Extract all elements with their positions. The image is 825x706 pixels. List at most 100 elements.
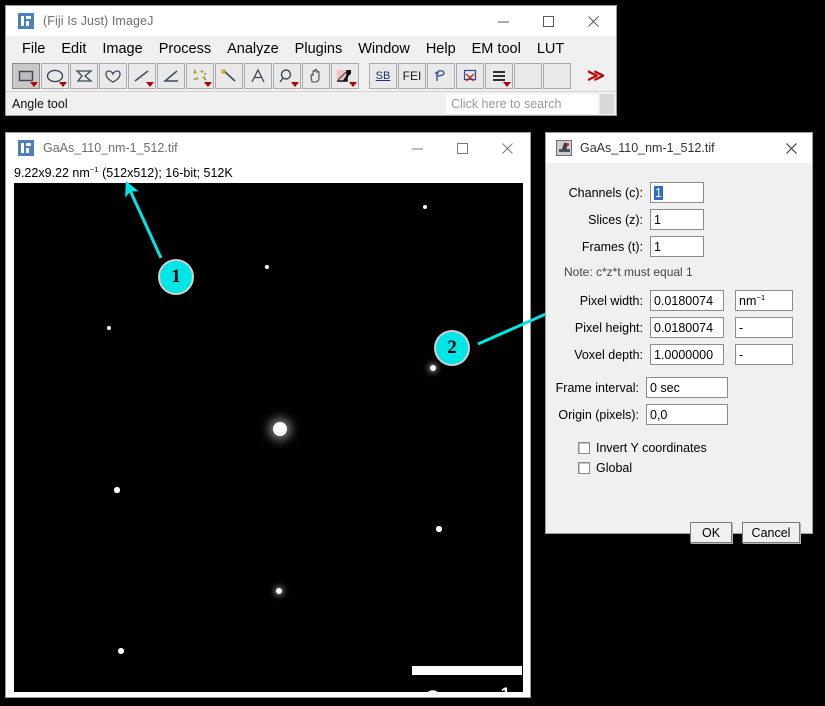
global-checkbox-label: Global: [596, 461, 633, 475]
voxel-depth-value: 1.0000000: [654, 347, 714, 362]
menu-item-analyze[interactable]: Analyze: [219, 39, 287, 59]
empty-slot-2[interactable]: [543, 63, 571, 89]
slices-label: Slices (z):: [588, 212, 643, 227]
voxel-depth-label: Voxel depth:: [574, 347, 643, 362]
voxel-depth-unit-field[interactable]: -: [735, 344, 793, 365]
menu-item-edit[interactable]: Edit: [53, 39, 94, 59]
maximize-icon[interactable]: [526, 6, 571, 36]
origin-value: 0,0: [650, 407, 668, 422]
image-canvas[interactable]: 2 nm−1: [13, 182, 524, 693]
oval-tool[interactable]: [41, 63, 69, 89]
menu-item-file[interactable]: File: [14, 39, 53, 59]
menu-item-em-tool[interactable]: EM tool: [464, 39, 529, 59]
pixel-height-unit-field[interactable]: -: [735, 317, 793, 338]
frame-interval-field[interactable]: 0 sec: [646, 377, 728, 398]
minimize-icon[interactable]: [481, 6, 526, 36]
image-info-bar: 9.22x9.22 nm−1 (512x512); 16-bit; 512K: [6, 163, 530, 182]
frame-interval-value: 0 sec: [650, 380, 680, 395]
global-checkbox[interactable]: Global: [578, 461, 812, 475]
magnifier-tool[interactable]: [273, 63, 301, 89]
minimize-icon[interactable]: [395, 133, 440, 163]
status-text: Angle tool: [12, 96, 68, 111]
fiji-logo-icon: [18, 140, 34, 156]
menu-item-help[interactable]: Help: [418, 39, 464, 59]
slices-field[interactable]: 1: [650, 209, 704, 230]
diffraction-spot: [273, 422, 287, 436]
frames-field[interactable]: 1: [650, 236, 704, 257]
multi-point-tool[interactable]: [186, 63, 214, 89]
fiji-statusbar: Angle tool Click here to search: [6, 91, 616, 115]
pixel-height-field[interactable]: 0.0180074: [650, 317, 724, 338]
line-tool-dropdown-icon[interactable]: [146, 82, 154, 87]
channels-row: Channels (c): 1: [546, 182, 812, 203]
fei-tool[interactable]: FEI: [398, 63, 426, 89]
diffraction-spot: [275, 587, 283, 595]
menu-item-plugins[interactable]: Plugins: [287, 39, 351, 59]
image-titlebar: GaAs_110_nm-1_512.tif: [6, 133, 530, 163]
image-window: GaAs_110_nm-1_512.tif 9.22x9.22 nm−1 (51…: [5, 132, 531, 698]
resize-grip[interactable]: [600, 94, 614, 114]
scalebar-tool[interactable]: SB: [369, 63, 397, 89]
invert-y-checkbox[interactable]: Invert Y coordinates: [578, 441, 812, 455]
hand-tool[interactable]: [302, 63, 330, 89]
frames-label: Frames (t):: [581, 239, 643, 254]
scalebar-tool-label: SB: [375, 70, 391, 82]
menu-item-window[interactable]: Window: [350, 39, 418, 59]
magnifier-tool-dropdown-icon[interactable]: [291, 82, 299, 87]
dropper-tool-dropdown-icon[interactable]: [349, 82, 357, 87]
text-tool[interactable]: [244, 63, 272, 89]
menu-tool[interactable]: [485, 63, 513, 89]
close-icon[interactable]: [571, 6, 616, 36]
menu-tool-dropdown-icon[interactable]: [503, 82, 511, 87]
voxel-depth-field[interactable]: 1.0000000: [650, 344, 724, 365]
properties-dialog-titlebar: GaAs_110_nm-1_512.tif: [546, 133, 812, 163]
angle-tool[interactable]: [157, 63, 185, 89]
image-info-text: 9.22x9.22 nm−1 (512x512); 16-bit; 512K: [14, 164, 233, 181]
properties-dialog-body: Channels (c): 1 Slices (z): 1 Frames (t)…: [546, 182, 812, 554]
search-input[interactable]: Click here to search: [446, 94, 598, 114]
pixel-width-row: Pixel width: 0.0180074 nm−1: [546, 290, 812, 311]
wand-tool[interactable]: [215, 63, 243, 89]
global-checkbox-box[interactable]: [578, 462, 590, 474]
close-icon[interactable]: [770, 133, 812, 163]
rectangle-tool[interactable]: [12, 63, 40, 89]
polygon-tool[interactable]: [70, 63, 98, 89]
origin-field[interactable]: 0,0: [646, 404, 728, 425]
dropper-tool[interactable]: [331, 63, 359, 89]
pixel-width-field[interactable]: 0.0180074: [650, 290, 724, 311]
image-window-title: GaAs_110_nm-1_512.tif: [43, 141, 178, 155]
oval-tool-dropdown-icon[interactable]: [59, 82, 67, 87]
annotation-marker-1-label: 1: [171, 266, 181, 287]
channels-field[interactable]: 1: [650, 182, 704, 203]
dialog-note: Note: c*z*t must equal 1: [564, 265, 693, 279]
menu-item-process[interactable]: Process: [151, 39, 219, 59]
rectangle-tool-dropdown-icon[interactable]: [30, 82, 38, 87]
frame-interval-label: Frame interval:: [555, 380, 639, 395]
line-tool[interactable]: [128, 63, 156, 89]
screenshot-root: (Fiji Is Just) ImageJ File Edit Image Pr…: [0, 0, 825, 706]
image-window-controls: [395, 133, 530, 163]
invert-y-checkbox-box[interactable]: [578, 442, 590, 454]
dialog-button-bar: OK Cancel: [690, 522, 800, 543]
freehand-tool[interactable]: [99, 63, 127, 89]
maximize-icon[interactable]: [440, 133, 485, 163]
close-icon[interactable]: [485, 133, 530, 163]
voxel-depth-unit: -: [739, 347, 744, 362]
ok-button[interactable]: OK: [690, 522, 732, 543]
delete-roi-tool[interactable]: [456, 63, 484, 89]
menu-item-lut[interactable]: LUT: [529, 39, 572, 59]
fiji-window-controls: [481, 6, 616, 36]
diffraction-spot: [114, 487, 120, 493]
diffraction-spot: [106, 325, 112, 331]
cancel-button[interactable]: Cancel: [742, 522, 800, 543]
properties-dialog-title: GaAs_110_nm-1_512.tif: [580, 141, 715, 155]
empty-slot-1[interactable]: [514, 63, 542, 89]
search-placeholder: Click here to search: [451, 97, 562, 111]
menu-item-image[interactable]: Image: [94, 39, 150, 59]
multi-point-tool-dropdown-icon[interactable]: [204, 82, 212, 87]
rotate-roi-tool[interactable]: [427, 63, 455, 89]
more-tools[interactable]: ≫: [582, 63, 610, 89]
diffraction-spot: [118, 648, 124, 654]
scalebar-rect: [412, 666, 522, 675]
pixel-width-unit-field[interactable]: nm−1: [735, 290, 793, 311]
